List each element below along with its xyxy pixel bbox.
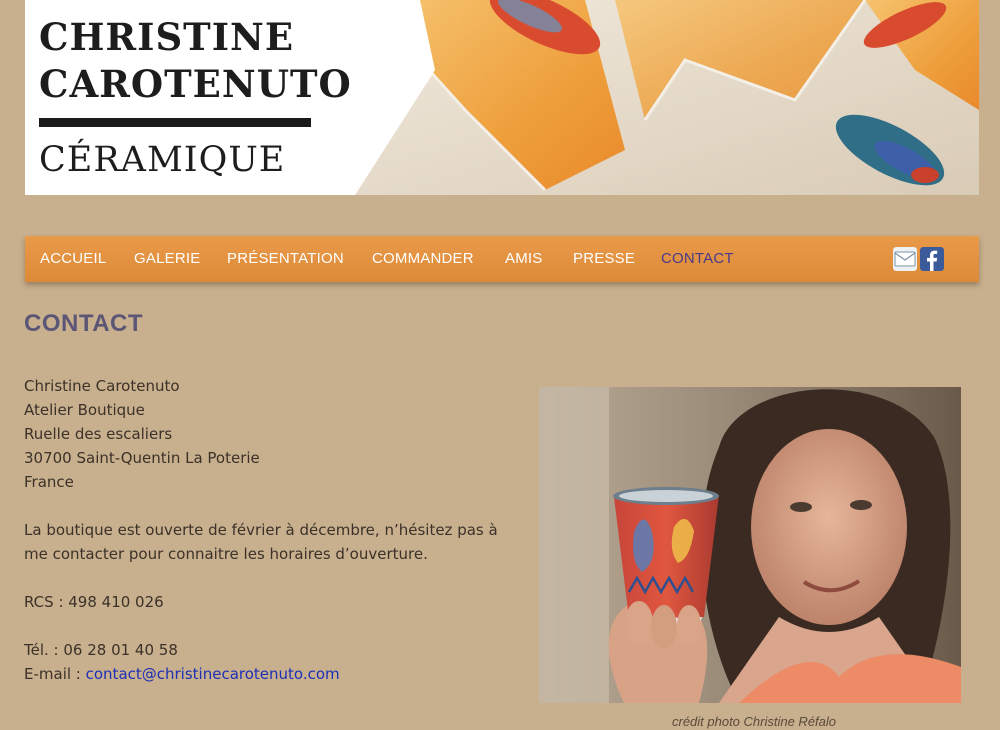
contact-info: Christine Carotenuto Atelier Boutique Ru… — [24, 374, 524, 686]
site-subtitle: CÉRAMIQUE — [39, 140, 286, 180]
email-label: E-mail : — [24, 665, 86, 683]
mail-icon[interactable] — [893, 247, 917, 271]
site-title: CHRISTINE CAROTENUTO — [39, 14, 352, 108]
contact-address-line: 30700 Saint-Quentin La Poterie — [24, 449, 260, 467]
main-nav: ACCUEIL GALERIE PRÉSENTATION COMMANDER A… — [25, 236, 979, 282]
nav-item-galerie[interactable]: GALERIE — [134, 236, 200, 282]
contact-address-line: France — [24, 473, 74, 491]
phone-number: Tél. : 06 28 01 40 58 — [24, 641, 178, 659]
page-title: CONTACT — [24, 310, 144, 337]
contact-address-line: Ruelle des escaliers — [24, 425, 173, 443]
site-title-line2: CAROTENUTO — [39, 62, 352, 106]
nav-item-amis[interactable]: AMIS — [505, 236, 542, 282]
banner-divider — [39, 118, 311, 127]
nav-item-accueil[interactable]: ACCUEIL — [40, 236, 106, 282]
nav-item-contact[interactable]: CONTACT — [661, 236, 734, 282]
site-title-line1: CHRISTINE — [39, 15, 295, 59]
email-row: E-mail : contact@christinecarotenuto.com — [24, 662, 524, 686]
rcs-number: RCS : 498 410 026 — [24, 593, 164, 611]
photo-credit: crédit photo Christine Réfalo — [671, 714, 837, 729]
contact-name: Christine Carotenuto — [24, 377, 180, 395]
portrait-photo — [539, 387, 961, 703]
contact-address-line: Atelier Boutique — [24, 401, 145, 419]
nav-item-presentation[interactable]: PRÉSENTATION — [227, 236, 344, 282]
shop-hours-text: La boutique est ouverte de février à déc… — [24, 521, 498, 563]
site-banner: CHRISTINE CAROTENUTO CÉRAMIQUE — [25, 0, 979, 195]
nav-item-presse[interactable]: PRESSE — [573, 236, 635, 282]
nav-item-commander[interactable]: COMMANDER — [372, 236, 474, 282]
email-link[interactable]: contact@christinecarotenuto.com — [86, 665, 340, 683]
facebook-icon[interactable] — [920, 247, 944, 271]
